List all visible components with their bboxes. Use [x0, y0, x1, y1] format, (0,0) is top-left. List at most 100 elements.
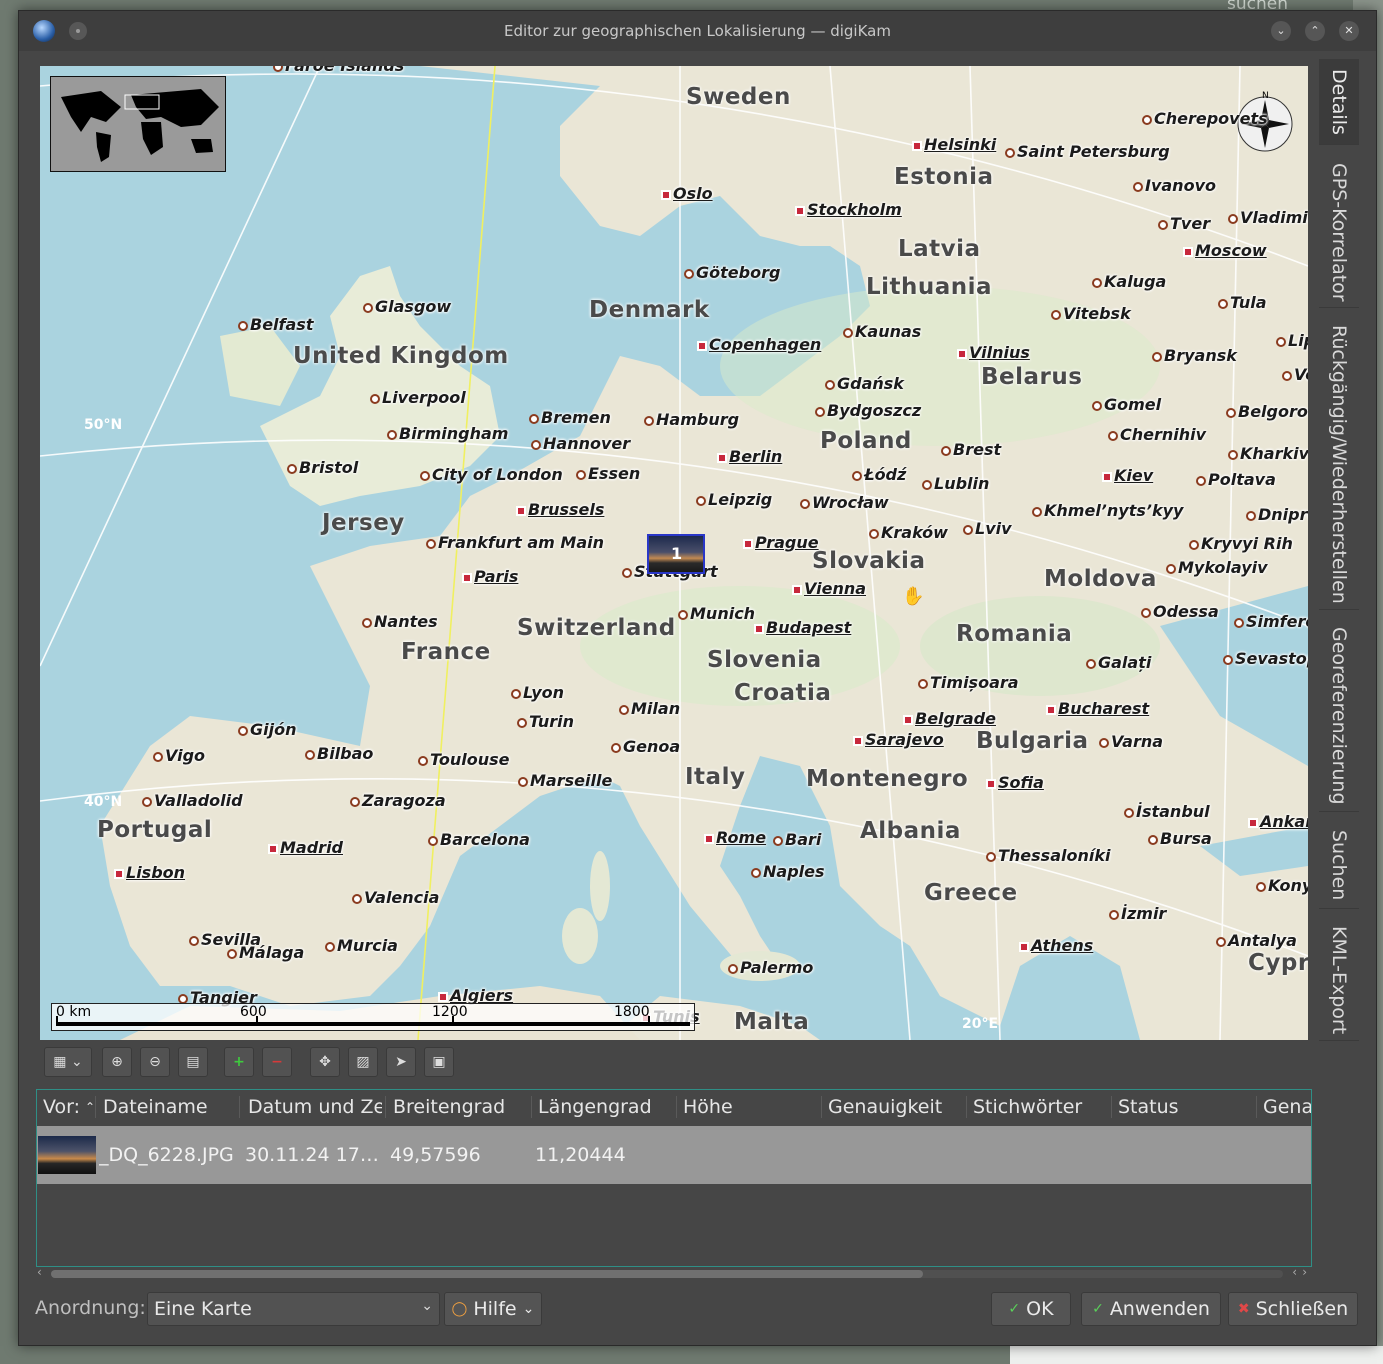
chevron-down-icon: ⌄ — [522, 1301, 535, 1317]
tab-gps-korrelator[interactable]: GPS-Korrelator — [1319, 157, 1359, 308]
city-dot — [325, 942, 335, 952]
image-list-table[interactable]: Vor: ⌃ Dateiname Datum und Ze Breitengra… — [36, 1089, 1312, 1267]
pointer-icon[interactable]: ➤ — [386, 1047, 416, 1077]
bookmark-add-icon[interactable]: ▣ — [424, 1047, 454, 1077]
city-label: Dnipro — [1258, 505, 1308, 524]
city-dot — [1166, 564, 1176, 574]
tab-details[interactable]: Details — [1319, 59, 1359, 145]
country-label: Estonia — [894, 164, 994, 190]
close-icon[interactable]: ✕ — [1339, 21, 1359, 41]
city-dot — [825, 380, 835, 390]
city-dot — [1092, 278, 1102, 288]
city-label: Málaga — [239, 943, 305, 962]
city-label: Bilbao — [317, 744, 374, 763]
city-dot — [227, 949, 237, 959]
country-label: Cypr — [1248, 950, 1308, 976]
column-header-altitude[interactable]: Höhe — [683, 1096, 813, 1118]
city-dot — [1102, 472, 1112, 482]
country-label: Denmark — [589, 297, 710, 323]
overview-minimap[interactable] — [50, 76, 226, 172]
horizontal-scrollbar[interactable]: ‹ ‹ › — [37, 1265, 1307, 1280]
column-header-keywords[interactable]: Stichwörter — [973, 1096, 1107, 1118]
city-dot — [1124, 808, 1134, 818]
city-label: Belgrade — [915, 709, 996, 728]
map-view[interactable]: N Sweden Estonia Latvia Lithuania Denmark Uni… — [40, 66, 1308, 1040]
city-label: Varna — [1111, 732, 1164, 751]
city-dot — [1099, 738, 1109, 748]
tab-undo-redo[interactable]: Rückgängig/Wiederherstellen — [1319, 319, 1359, 610]
move-icon[interactable]: ✥ — [310, 1047, 340, 1077]
country-label: United Kingdom — [293, 343, 509, 369]
add-marker-icon[interactable]: + — [224, 1047, 254, 1077]
city-dot — [957, 349, 967, 359]
country-label: Moldova — [1044, 566, 1157, 592]
tab-kml-export[interactable]: KML-Export — [1319, 920, 1359, 1041]
tab-suchen[interactable]: Suchen — [1319, 823, 1359, 909]
scroll-collapse-icon[interactable]: ‹ — [1292, 1265, 1297, 1279]
city-label: Turin — [529, 712, 575, 731]
window-title: Editor zur geographischen Lokalisierung … — [504, 22, 891, 40]
city-dot — [986, 852, 996, 862]
scale-tick — [256, 1016, 258, 1026]
country-label: Italy — [685, 764, 746, 790]
apply-button[interactable]: ✓ Anwenden — [1081, 1292, 1221, 1326]
city-dot — [1141, 608, 1151, 618]
city-label: Chernihiv — [1120, 425, 1207, 444]
zoom-out-icon[interactable]: ⊖ — [140, 1047, 170, 1077]
city-dot — [1216, 937, 1226, 947]
city-dot — [717, 453, 727, 463]
scroll-right-icon[interactable]: › — [1302, 1265, 1307, 1279]
city-label: Bryansk — [1164, 346, 1237, 365]
zoom-in-icon[interactable]: ⊕ — [102, 1047, 132, 1077]
scrollbar-thumb[interactable] — [51, 1270, 923, 1278]
remove-marker-icon[interactable]: − — [262, 1047, 292, 1077]
apply-button-label: Anwenden — [1109, 1298, 1210, 1320]
column-header-date[interactable]: Datum und Ze — [248, 1096, 382, 1118]
city-label: Thessaloníki — [998, 846, 1111, 865]
city-label: Belgorod — [1238, 402, 1308, 421]
city-label: Nantes — [374, 612, 438, 631]
country-label: Romania — [956, 621, 1073, 647]
city-label: Sarajevo — [865, 730, 944, 749]
city-dot — [941, 446, 951, 456]
city-label: Stockholm — [807, 200, 902, 219]
city-label: Vladimir — [1240, 208, 1308, 227]
maximize-icon[interactable]: ⌃ — [1305, 21, 1325, 41]
tab-georeferenzierung[interactable]: Georeferenzierung — [1319, 621, 1359, 812]
ok-button[interactable]: ✓ OK — [991, 1292, 1071, 1326]
city-label: Brussels — [528, 500, 605, 519]
layout-select[interactable]: Eine Karte ⌄ — [147, 1292, 440, 1326]
filter-icon[interactable]: ▨ — [348, 1047, 378, 1077]
column-header-status[interactable]: Status — [1118, 1096, 1248, 1118]
show-all-icon[interactable]: ▤ — [178, 1047, 208, 1077]
city-dot — [238, 321, 248, 331]
column-header-latitude[interactable]: Breitengrad — [393, 1096, 531, 1118]
city-label: Gijón — [250, 720, 297, 739]
scroll-left-icon[interactable]: ‹ — [37, 1265, 42, 1279]
city-label: Kaunas — [855, 322, 922, 341]
column-separator — [239, 1096, 240, 1118]
map-layers-icon[interactable]: ▦ ⌄ — [44, 1047, 92, 1077]
table-row[interactable]: _DQ_6228.JPG 30.11.24 17… 49,57596 11,20… — [37, 1126, 1311, 1184]
city-dot — [305, 750, 315, 760]
column-header-filename[interactable]: Dateiname — [103, 1096, 233, 1118]
column-header-longitude[interactable]: Längengrad — [538, 1096, 676, 1118]
country-label: Jersey — [322, 510, 405, 536]
city-label: Poltava — [1208, 470, 1276, 489]
photo-marker-cluster[interactable]: 1 — [647, 534, 705, 574]
city-dot — [1228, 450, 1238, 460]
column-header-accuracy-2[interactable]: Gena — [1263, 1096, 1311, 1118]
city-label: Gdańsk — [837, 374, 904, 393]
city-dot — [963, 525, 973, 535]
grid-label-40n: 40°N — [84, 794, 123, 810]
close-button[interactable]: ✖ Schließen — [1228, 1292, 1358, 1326]
minimize-icon[interactable]: ⌄ — [1271, 21, 1291, 41]
city-label: Ankara — [1260, 812, 1308, 831]
help-button[interactable]: ◯ Hilfe ⌄ — [444, 1292, 542, 1326]
column-header-accuracy[interactable]: Genauigkeit — [828, 1096, 964, 1118]
city-dot — [576, 470, 586, 480]
close-circle-icon: ✖ — [1237, 1301, 1250, 1317]
city-label: Sofia — [998, 773, 1044, 792]
city-label: Liverpool — [382, 388, 466, 407]
city-label: Leipzig — [708, 490, 773, 509]
